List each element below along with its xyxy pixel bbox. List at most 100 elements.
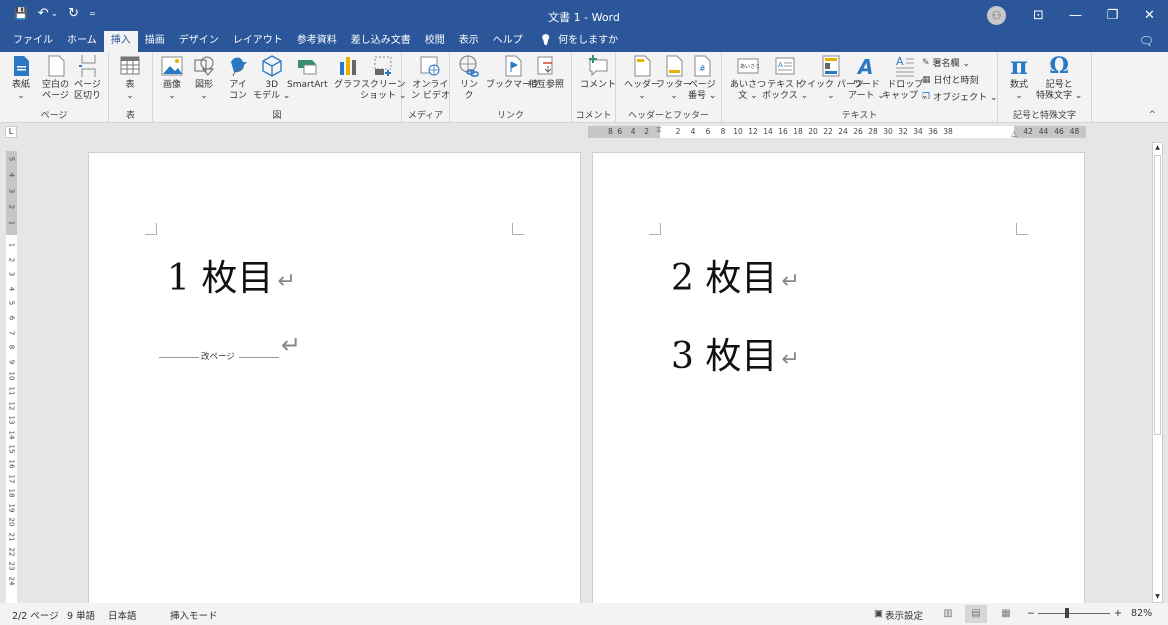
link-button[interactable]: リンク <box>458 54 480 102</box>
restore-button[interactable]: ❐ <box>1094 8 1131 23</box>
page-count[interactable]: 2/2 ページ <box>12 608 59 622</box>
svg-text:#: # <box>699 64 706 73</box>
zoom-slider[interactable] <box>1038 613 1110 614</box>
word-count[interactable]: 9 単語 <box>67 608 95 622</box>
ruler-tick-label: 8 <box>720 127 726 136</box>
tell-me-search[interactable]: 💡 何をしますか <box>530 31 618 52</box>
icons-button[interactable]: アイ コン <box>227 54 249 102</box>
ruler-tick-label: 5 <box>7 156 16 162</box>
wordart-button[interactable]: A ワード アート ⌄ <box>848 54 885 102</box>
page-break-marker[interactable]: 改ページ <box>159 350 279 364</box>
tab-selector[interactable]: L <box>5 126 17 138</box>
ruler-tick-label: 7 <box>7 330 16 335</box>
display-settings-icon: ▣ <box>874 608 883 619</box>
language-indicator[interactable]: 日本語 <box>108 608 137 622</box>
signature-line-button[interactable]: ✎ 署名欄 ⌄ <box>922 56 970 70</box>
tab-file[interactable]: ファイル <box>6 31 60 52</box>
page-break-button[interactable]: ページ 区切り <box>74 54 101 102</box>
ruler-tick-label: 18 <box>793 127 803 136</box>
page-1[interactable]: 1 枚目 ↵ 改ページ ↵ <box>88 152 581 604</box>
page-number-button[interactable]: # ページ 番号 ⌄ <box>688 54 716 102</box>
label: アート ⌄ <box>848 91 885 101</box>
date-time-button[interactable]: ▦ 日付と時刻 <box>922 73 979 87</box>
print-layout-button[interactable]: ▤ <box>965 605 987 623</box>
scroll-up-icon[interactable]: ▲ <box>1153 143 1162 153</box>
comments-icon[interactable]: 🗨 <box>1139 34 1154 48</box>
header-button[interactable]: ヘッダー ⌄ <box>624 54 660 102</box>
tab-view[interactable]: 表示 <box>452 31 486 52</box>
ruler-tick-label: 14 <box>763 127 773 136</box>
paragraph[interactable]: 2 枚目 ↵ <box>671 249 800 301</box>
vertical-ruler[interactable]: 5 4 3 2 1 1 2 3 4 5 6 7 8 9 10 11 12 13 14 15 16 17 18 19 20 21 22… <box>6 151 17 603</box>
tab-layout[interactable]: レイアウト <box>226 31 290 52</box>
paragraph[interactable]: 3 枚目 ↵ <box>671 327 800 379</box>
tab-help[interactable]: ヘルプ <box>486 31 530 52</box>
zoom-out-button[interactable]: − <box>1027 608 1035 619</box>
table-button[interactable]: 表 ⌄ <box>119 54 141 102</box>
collapse-ribbon-icon[interactable]: ^ <box>1148 110 1156 120</box>
screenshot-button[interactable]: スクリーン ショット ⌄ <box>360 54 406 102</box>
smartart-button[interactable]: SmartArt <box>287 54 328 91</box>
new-comment-button[interactable]: コメント <box>580 54 616 91</box>
ruler-tick-label: 10 <box>733 127 743 136</box>
object-button[interactable]: ❐ オブジェクト ⌄ <box>922 90 997 104</box>
web-layout-button[interactable]: ▦ <box>995 605 1017 623</box>
footer-button[interactable]: フッター ⌄ <box>656 54 692 102</box>
label: ワード <box>852 80 880 90</box>
tab-insert[interactable]: 挿入 <box>103 31 138 52</box>
return-mark-icon: ↵ <box>781 268 800 294</box>
online-video-button[interactable]: オンライン ビデオ <box>411 54 450 102</box>
shapes-icon <box>194 56 215 76</box>
link-icon <box>459 55 479 77</box>
equation-button[interactable]: π 数式 ⌄ <box>1008 54 1030 102</box>
minimize-button[interactable]: — <box>1057 8 1094 23</box>
cross-reference-button[interactable]: 相互参照 <box>528 54 564 91</box>
scroll-down-icon[interactable]: ▼ <box>1153 592 1162 602</box>
indent-marker-icon[interactable]: ⧖ <box>656 125 662 135</box>
symbol-button[interactable]: Ω 記号と 特殊文字 ⌄ <box>1036 54 1082 102</box>
text-box-icon: A <box>775 57 795 75</box>
ribbon-display-options-icon[interactable]: ⊡ <box>1020 8 1057 23</box>
tab-review[interactable]: 校閲 <box>418 31 452 52</box>
display-settings-button[interactable]: ▣ 表示設定 <box>874 608 923 622</box>
insert-mode-indicator[interactable]: 挿入モード <box>170 608 218 622</box>
chart-button[interactable]: グラフ <box>334 54 361 91</box>
pictures-button[interactable]: 画像 ⌄ <box>161 54 183 102</box>
paragraph[interactable]: 1 枚目 ↵ <box>167 249 296 301</box>
new-comment-icon <box>589 55 608 77</box>
group-illustrations: 画像 ⌄ 図形 ⌄ アイ コン 3D モデル ⌄ SmartArt グラフ スクリーンシ… <box>153 52 406 123</box>
group-label-header-footer: ヘッダーとフッター <box>627 111 709 121</box>
ruler-tick-label: 15 <box>7 444 16 454</box>
close-button[interactable]: ✕ <box>1131 8 1168 23</box>
greeting-icon: あいさつ <box>737 58 759 74</box>
ruler-tick-label: 5 <box>7 301 16 306</box>
label: 文 ⌄ <box>738 91 758 101</box>
horizontal-ruler[interactable]: ⧖ △ 8 6 4 2 2 4 6 8 10 12 14 16 18 20 22 24 26 28 30 32 34 36… <box>588 125 1086 138</box>
account-icon[interactable]: ⚇ <box>987 6 1006 25</box>
cover-page-button[interactable]: 表紙 ⌄ <box>10 54 32 102</box>
ruler-tick-label: 21 <box>7 532 16 542</box>
label: あいさつ <box>730 80 767 90</box>
zoom-slider-thumb[interactable] <box>1064 608 1069 618</box>
shapes-button[interactable]: 図形 ⌄ <box>193 54 215 102</box>
page-2[interactable]: 2 枚目 ↵ 3 枚目 ↵ <box>592 152 1085 604</box>
zoom-in-button[interactable]: + <box>1114 608 1122 619</box>
label: 表紙 <box>11 80 30 90</box>
vertical-scrollbar[interactable]: ▲ ▼ <box>1152 142 1163 603</box>
page-break-line <box>239 357 279 358</box>
tab-references[interactable]: 参考資料 <box>290 31 344 52</box>
tab-design[interactable]: デザイン <box>172 31 226 52</box>
read-mode-button[interactable]: ▥ <box>937 605 959 623</box>
blank-page-button[interactable]: 空白の ページ <box>42 54 69 102</box>
group-label-media: メディア <box>407 111 444 121</box>
tab-mailings[interactable]: 差し込み文書 <box>344 31 418 52</box>
blank-page-icon <box>48 55 64 77</box>
right-indent-marker-icon[interactable]: △ <box>1011 129 1017 138</box>
bookmark-icon <box>505 55 522 77</box>
zoom-level[interactable]: 82% <box>1131 608 1152 619</box>
3d-models-button[interactable]: 3D モデル ⌄ <box>253 54 290 102</box>
tab-home[interactable]: ホーム <box>60 31 104 52</box>
greeting-button[interactable]: あいさつ あいさつ文 ⌄ <box>730 54 766 102</box>
tab-draw[interactable]: 描画 <box>138 31 172 52</box>
scroll-thumb[interactable] <box>1154 155 1161 435</box>
